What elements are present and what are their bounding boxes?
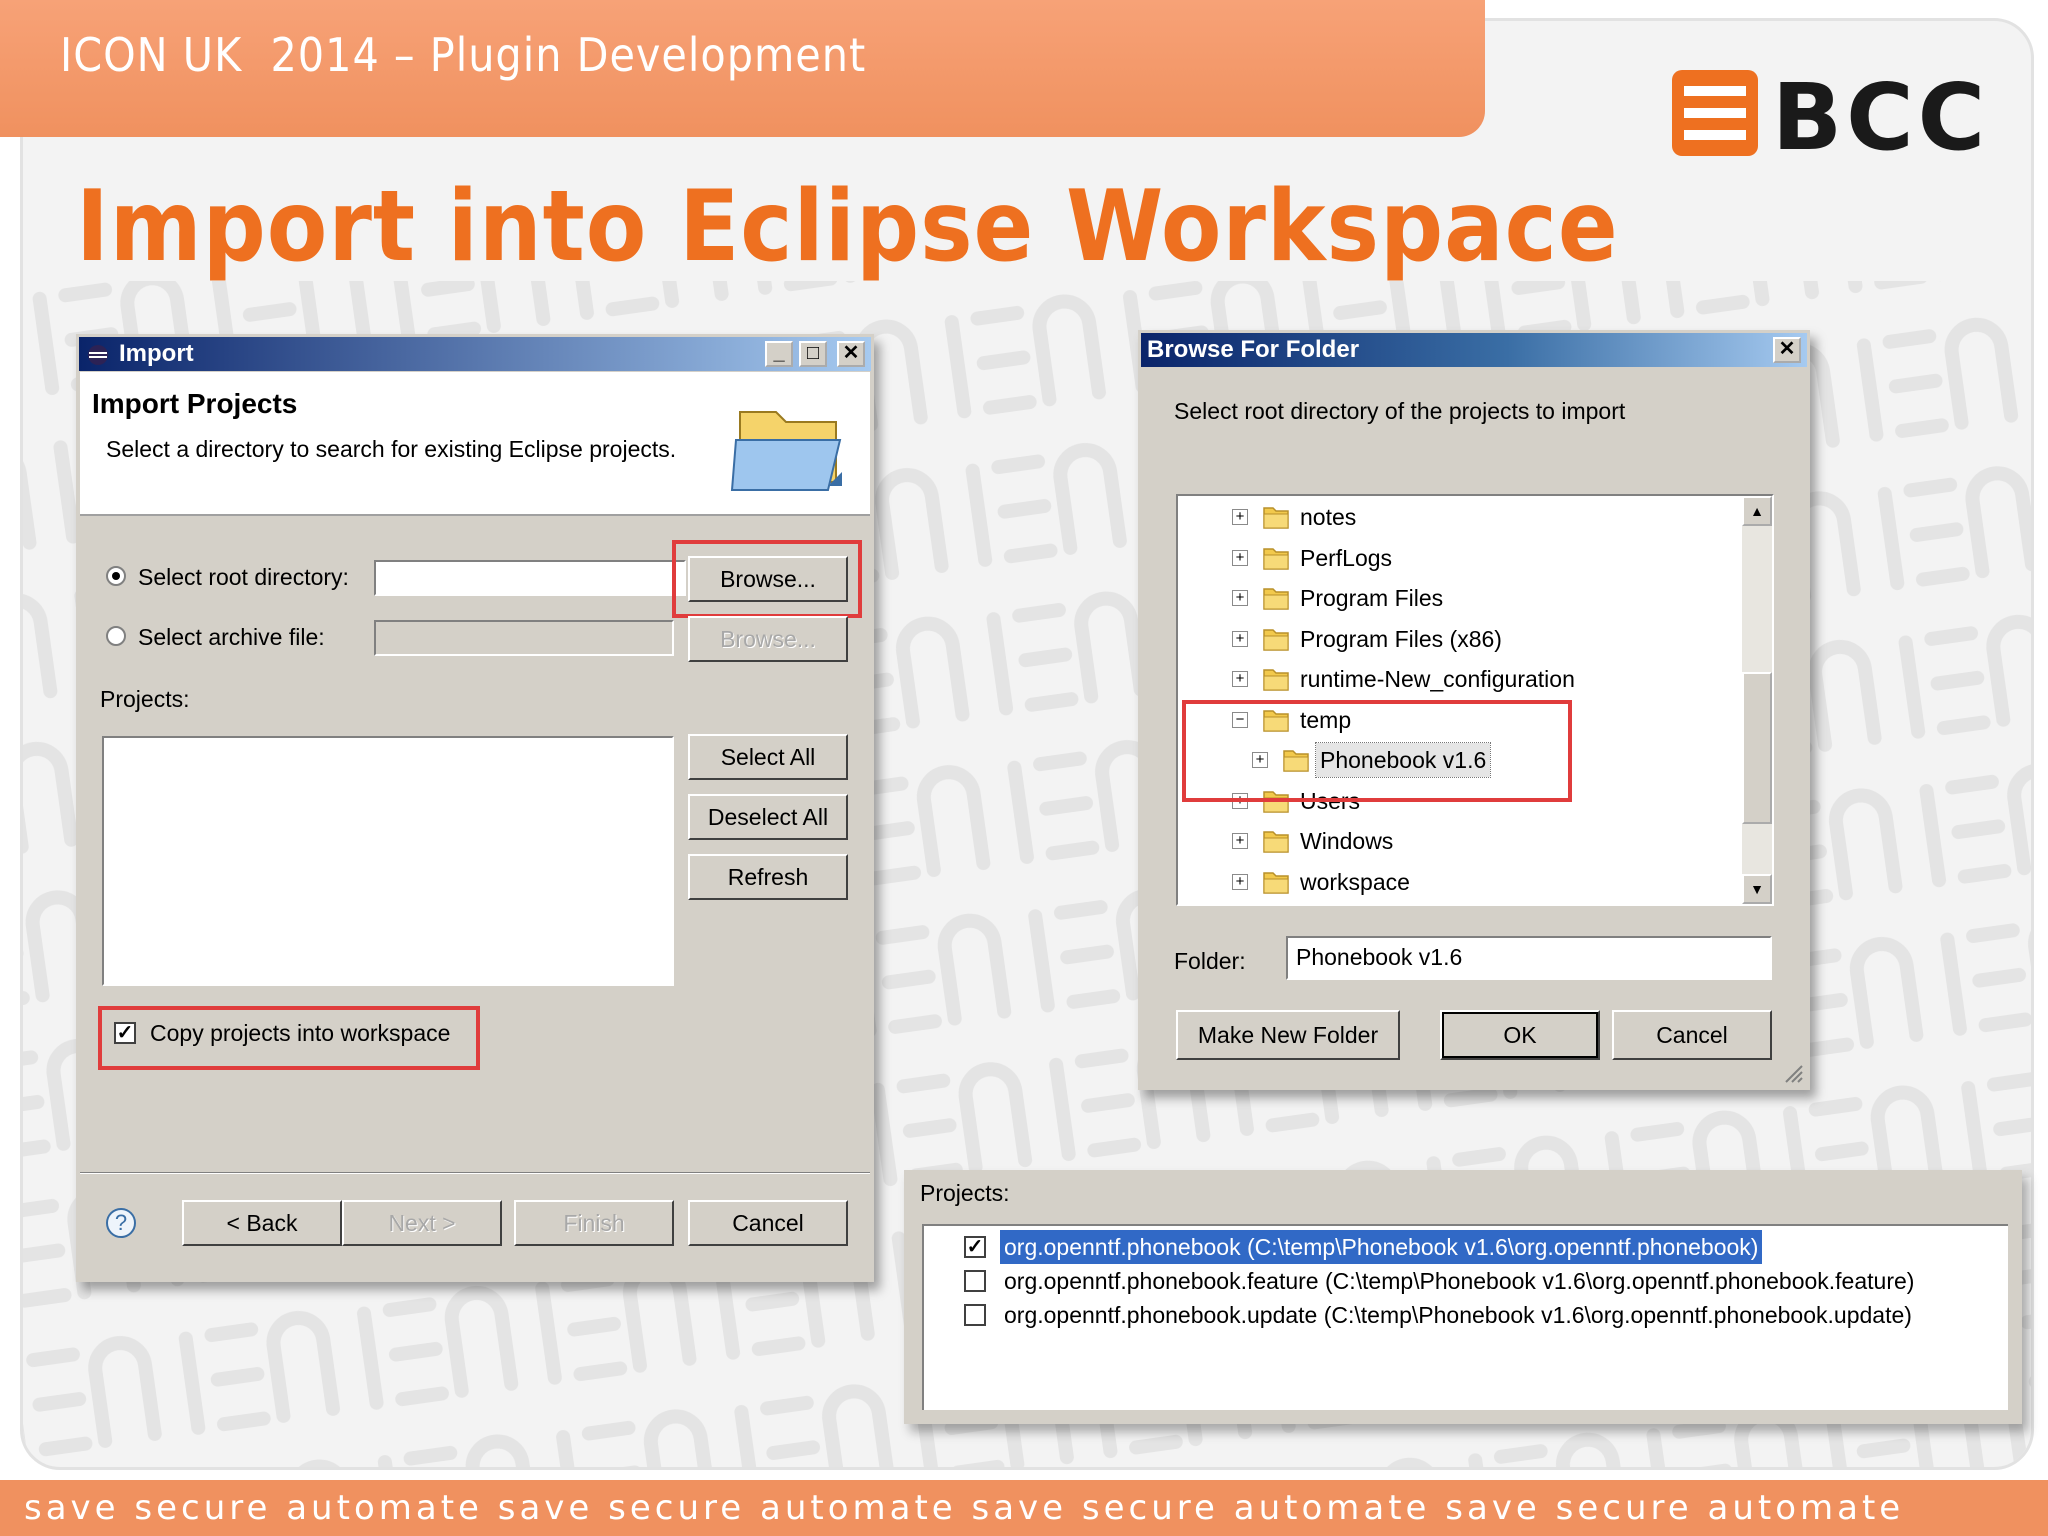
folder-icon — [1263, 871, 1289, 894]
archive-label: Select archive file: — [138, 624, 325, 650]
folder-icon — [1263, 547, 1289, 570]
folder-icon — [1263, 588, 1289, 610]
expander-icon[interactable]: + — [1232, 833, 1248, 849]
eclipse-icon — [88, 345, 108, 365]
bcc-logo: BCC — [1670, 64, 1985, 171]
project-label: org.openntf.phonebook (C:\temp\Phonebook… — [1000, 1230, 1763, 1264]
scroll-thumb[interactable] — [1742, 672, 1772, 824]
scroll-down-button[interactable]: ▼ — [1742, 874, 1772, 904]
highlight-temp-folder — [1182, 700, 1572, 802]
ok-button[interactable]: OK — [1440, 1010, 1600, 1060]
import-heading: Import Projects — [92, 388, 298, 419]
root-dir-input[interactable] — [374, 560, 686, 596]
import-title: Import — [119, 340, 194, 367]
bcc-logo-icon — [1672, 70, 1758, 156]
finish-button: Finish — [514, 1200, 674, 1246]
tree-item-label: Program Files (x86) — [1300, 625, 1502, 652]
import-titlebar[interactable]: Import _ □ ✕ — [79, 337, 871, 371]
minimize-button[interactable]: _ — [765, 341, 793, 367]
archive-input — [374, 620, 674, 656]
folder-icon — [1263, 507, 1289, 529]
slide-title: Import into Eclipse Workspace — [76, 170, 1619, 284]
folder-icon — [1263, 669, 1289, 691]
expander-icon[interactable]: + — [1232, 549, 1248, 566]
folder-label: Folder: — [1174, 948, 1246, 974]
highlight-copy — [98, 1006, 480, 1070]
tree-item-label: runtime-New_configuration — [1300, 666, 1575, 692]
projects-label: Projects: — [100, 686, 190, 712]
header-band: ICON UK 2014 – Plugin Development — [0, 0, 1485, 137]
expander-icon[interactable]: + — [1232, 873, 1248, 890]
import-description: Select a directory to search for existin… — [106, 436, 677, 462]
next-button: Next > — [342, 1200, 502, 1246]
projects-list[interactable] — [102, 736, 674, 986]
project-checkbox[interactable] — [964, 1270, 986, 1292]
browse-folder-dialog: Browse For Folder ✕ Select root director… — [1138, 330, 1810, 1090]
make-new-folder-button[interactable]: Make New Folder — [1176, 1010, 1400, 1060]
tree-item-label: Windows — [1300, 828, 1394, 854]
browse-cancel-button[interactable]: Cancel — [1612, 1010, 1772, 1060]
help-icon[interactable]: ? — [106, 1208, 136, 1238]
expander-icon[interactable]: + — [1232, 590, 1248, 606]
projects-panel-rows: ✓ org.openntf.phonebook (C:\temp\Phoneboo… — [924, 1230, 2004, 1350]
select-all-button[interactable]: Select All — [688, 734, 848, 780]
folder-open-icon — [730, 411, 842, 491]
browse-title: Browse For Folder — [1147, 336, 1360, 363]
expander-icon[interactable]: + — [1232, 509, 1248, 525]
back-button[interactable]: < Back — [182, 1200, 342, 1246]
tree-scrollbar[interactable]: ▲ ▼ — [1742, 496, 1772, 904]
expander-icon[interactable]: + — [1232, 671, 1248, 687]
tree-item-label: notes — [1300, 504, 1357, 530]
browse-instruction: Select root directory of the projects to… — [1174, 398, 1626, 424]
archive-radio[interactable] — [106, 626, 126, 646]
logo-text: BCC — [1772, 64, 1990, 171]
project-label: org.openntf.phonebook.feature (C:\temp\P… — [1004, 1268, 1915, 1294]
tree-item-label: Program Files — [1300, 585, 1444, 611]
project-checkbox[interactable] — [964, 1304, 986, 1326]
maximize-button[interactable]: □ — [799, 341, 827, 367]
import-footer-divider — [80, 1172, 870, 1174]
expander-icon[interactable]: + — [1232, 630, 1248, 647]
folder-icon — [1263, 628, 1289, 651]
cancel-button[interactable]: Cancel — [688, 1200, 848, 1246]
tree-item-label: PerfLogs — [1300, 544, 1393, 571]
tree-item-label: workspace — [1300, 868, 1410, 895]
refresh-button[interactable]: Refresh — [688, 854, 848, 900]
scroll-up-button[interactable]: ▲ — [1742, 496, 1772, 526]
browse-titlebar[interactable]: Browse For Folder ✕ — [1141, 333, 1807, 367]
root-dir-label: Select root directory: — [138, 564, 349, 590]
import-dialog: Import _ □ ✕ Import Projects Select a di… — [76, 334, 874, 1282]
projects-panel: Projects: ✓ org.openntf.phonebook (C:\tem… — [904, 1170, 2022, 1424]
folder-icon — [1263, 831, 1289, 853]
footer-tagline: save secure automate save secure automat… — [0, 1480, 2048, 1536]
archive-browse-button: Browse... — [688, 616, 848, 662]
browse-close-button[interactable]: ✕ — [1773, 337, 1801, 363]
slide: ICON UK 2014 – Plugin Development BCC Im… — [0, 0, 2048, 1536]
root-dir-radio[interactable] — [106, 566, 126, 586]
close-button[interactable]: ✕ — [837, 341, 865, 367]
projects-panel-label: Projects: — [920, 1180, 1010, 1206]
import-banner: Import Projects Select a directory to se… — [80, 372, 870, 516]
projects-panel-list[interactable]: ✓ org.openntf.phonebook (C:\temp\Phoneboo… — [922, 1224, 2008, 1410]
project-checkbox[interactable]: ✓ — [964, 1236, 986, 1258]
folder-input[interactable]: Phonebook v1.6 — [1286, 936, 1772, 980]
resize-grip-icon[interactable] — [1780, 1060, 1804, 1084]
highlight-browse — [672, 540, 862, 618]
deselect-all-button[interactable]: Deselect All — [688, 794, 848, 840]
project-label: org.openntf.phonebook.update (C:\temp\Ph… — [1004, 1302, 1912, 1328]
header-text: ICON UK 2014 – Plugin Development — [60, 28, 867, 82]
